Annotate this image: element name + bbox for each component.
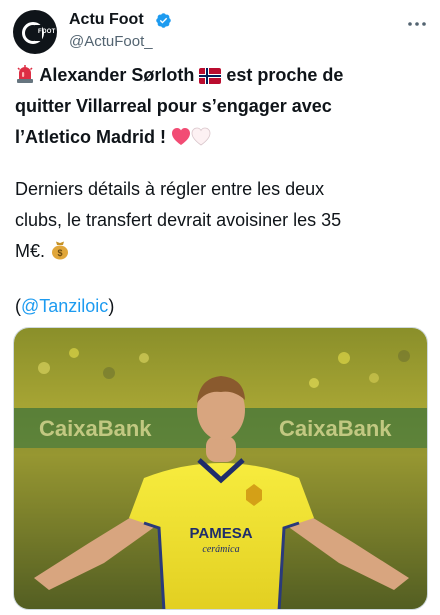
norway-flag-icon <box>199 68 222 84</box>
mention-link[interactable]: @Tanziloic <box>21 296 108 316</box>
body-line-3: M€. <box>15 241 51 261</box>
body-line-1: Derniers détails à régler entre les deux <box>15 179 325 199</box>
credit-close: ) <box>108 296 115 316</box>
account-name[interactable]: Actu Foot <box>69 10 144 30</box>
white-heart-icon <box>191 127 211 146</box>
tweet-body: Derniers détails à régler entre les deux… <box>15 174 435 267</box>
player-name: Alexander Sørloth <box>39 65 195 85</box>
banner-text-left: CaixaBank <box>39 416 152 441</box>
avatar-logo-text: FOOT <box>38 29 56 35</box>
banner-text-right: CaixaBank <box>279 416 392 441</box>
tweet-text: Alexander Sørloth est proche de quitter … <box>15 60 435 322</box>
avatar[interactable]: FOOT <box>13 10 57 54</box>
tweet-headline: Alexander Sørloth est proche de quitter … <box>15 60 435 153</box>
more-icon[interactable] <box>405 12 429 36</box>
headline-part-1: est proche de <box>221 65 344 85</box>
headline-part-3: l’Atletico Madrid ! <box>15 127 172 147</box>
tweet-header: FOOT Actu Foot @ActuFoot_ <box>0 0 440 60</box>
red-heart-icon <box>172 128 191 145</box>
player-photo-image: CaixaBank CaixaBank PAMESA cerámica <box>14 328 427 609</box>
svg-text:$: $ <box>58 248 63 258</box>
jersey-sponsor-sub: cerámica <box>202 544 239 555</box>
tweet-credit: (@Tanziloic) <box>15 291 435 322</box>
headline-part-2: quitter Villarreal pour s’engager avec <box>15 96 332 116</box>
jersey-sponsor: PAMESA <box>189 525 252 542</box>
body-line-2: clubs, le transfert devrait avoisiner le… <box>15 210 342 230</box>
verified-badge-icon <box>156 13 171 28</box>
tweet-photo[interactable]: CaixaBank CaixaBank PAMESA cerámica <box>13 327 428 610</box>
money-bag-icon: $ <box>52 241 69 260</box>
siren-icon <box>17 65 33 83</box>
account-handle[interactable]: @ActuFoot_ <box>69 32 153 51</box>
